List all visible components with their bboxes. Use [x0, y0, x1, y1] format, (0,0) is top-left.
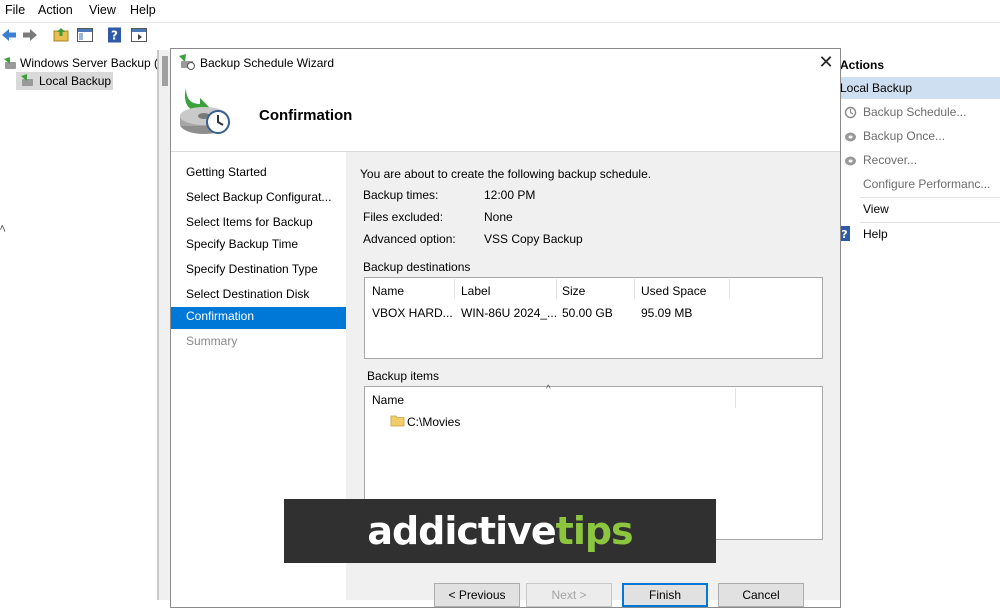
dialog-title: Backup Schedule Wizard [200, 56, 335, 70]
column-header-size[interactable]: Size [562, 284, 585, 298]
next-button[interactable]: Next > [526, 583, 612, 607]
menu-help[interactable]: Help [130, 3, 156, 17]
menu-file[interactable]: File [5, 3, 25, 17]
previous-button[interactable]: < Previous [434, 583, 520, 607]
menu-bar: File Action View Help [0, 0, 1000, 22]
cancel-button[interactable]: Cancel [718, 583, 804, 607]
column-divider[interactable] [556, 279, 557, 299]
local-backup-icon [21, 74, 33, 86]
step-summary: Summary [186, 334, 238, 348]
wizard-title-icon [179, 54, 195, 70]
destinations-heading: Backup destinations [363, 260, 471, 274]
schedule-icon [844, 106, 857, 119]
show-hide-tree-icon[interactable] [76, 26, 94, 44]
intro-text: You are about to create the following ba… [360, 167, 652, 181]
console-tree [0, 50, 158, 600]
server-backup-icon [4, 57, 16, 69]
backup-wizard-icon [180, 88, 230, 134]
action-recover[interactable]: Recover... [840, 149, 1000, 173]
backup-items-heading: Backup items [367, 369, 440, 383]
svg-text:?: ? [111, 29, 118, 43]
list-item[interactable]: C:\Movies [407, 415, 460, 429]
action-backup-once[interactable]: Backup Once... [840, 125, 1000, 149]
step-specify-destination-type[interactable]: Specify Destination Type [171, 258, 346, 280]
show-action-pane-icon[interactable] [130, 26, 148, 44]
column-divider[interactable] [735, 388, 736, 408]
backup-once-icon [845, 132, 856, 142]
sort-ascending-icon: ^ [546, 384, 551, 395]
forward-arrow-icon[interactable] [21, 26, 39, 44]
actions-header: Actions [840, 58, 885, 72]
step-getting-started[interactable]: Getting Started [171, 161, 346, 183]
column-header-name[interactable]: Name [372, 393, 404, 407]
help-icon[interactable]: ? [106, 26, 124, 44]
recover-icon [845, 156, 856, 166]
back-arrow-icon[interactable] [0, 26, 18, 44]
detail-label: Advanced option: [363, 232, 456, 246]
close-button[interactable]: ✕ [816, 52, 836, 72]
detail-label: Backup times: [363, 188, 439, 202]
tree-item-label: Local Backup [39, 74, 112, 88]
addictivetips-logo: addictivetips [367, 509, 633, 553]
column-divider[interactable] [634, 279, 635, 299]
cursor-glyph: ﾍ [0, 223, 6, 235]
column-header-label[interactable]: Label [461, 284, 490, 298]
scrollbar-thumb[interactable] [162, 56, 168, 86]
toolbar: ? [0, 22, 1000, 49]
menu-view[interactable]: View [89, 3, 116, 17]
page-title: Confirmation [259, 107, 353, 124]
column-header-used-space[interactable]: Used Space [641, 284, 706, 298]
action-help[interactable]: ? Help [839, 223, 1000, 247]
detail-label: Files excluded: [363, 210, 444, 224]
action-view[interactable]: View [840, 198, 1000, 222]
step-select-backup-configuration[interactable]: Select Backup Configurat... [171, 186, 346, 208]
step-specify-backup-time[interactable]: Specify Backup Time [171, 233, 346, 255]
column-divider[interactable] [729, 279, 730, 299]
column-header-name[interactable]: Name [372, 284, 404, 298]
step-select-destination-disk[interactable]: Select Destination Disk [171, 283, 346, 305]
folder-icon [390, 415, 405, 427]
up-folder-icon[interactable] [52, 26, 70, 44]
svg-text:?: ? [841, 228, 847, 241]
step-confirmation[interactable]: Confirmation [171, 307, 346, 329]
menu-action[interactable]: Action [38, 3, 73, 17]
finish-button[interactable]: Finish [622, 583, 708, 607]
table-row[interactable]: VBOX HARD... WIN-86U 2024_... 50.00 GB 9… [365, 302, 822, 322]
step-select-items[interactable]: Select Items for Backup [171, 211, 346, 233]
detail-value: 12:00 PM [484, 188, 536, 202]
detail-value: None [484, 210, 513, 224]
action-configure-performance[interactable]: Configure Performanc... [840, 173, 1000, 197]
column-divider[interactable] [454, 279, 455, 299]
action-backup-schedule[interactable]: Backup Schedule... [840, 101, 1000, 125]
detail-value: VSS Copy Backup [484, 232, 583, 246]
actions-section-header[interactable]: Local Backup [840, 77, 1000, 99]
tree-root-label[interactable]: Windows Server Backup (L [20, 56, 165, 70]
